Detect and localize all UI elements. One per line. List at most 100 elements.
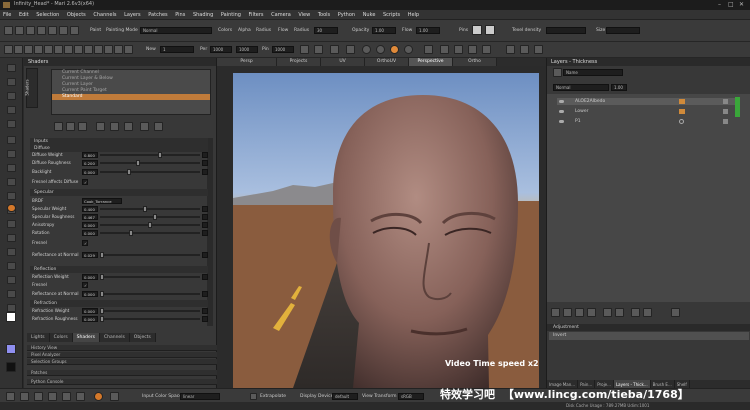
layers-tool-icon-6[interactable]: [615, 308, 624, 317]
param-slider-handle[interactable]: [100, 316, 104, 322]
tool-icon-9[interactable]: [84, 45, 93, 54]
menu-python[interactable]: Python: [338, 10, 355, 20]
param-map-button[interactable]: [202, 160, 208, 166]
param-slider-handle[interactable]: [100, 274, 104, 280]
shader-tool-icon-5[interactable]: [110, 122, 119, 131]
tab-objects[interactable]: Objects: [129, 333, 156, 342]
fit-status-icon[interactable]: [76, 392, 85, 401]
menu-layers[interactable]: Layers: [124, 10, 141, 20]
radius-field[interactable]: 30: [314, 27, 338, 34]
tool-icon-14[interactable]: [300, 45, 309, 54]
tool-icon-2[interactable]: [14, 45, 23, 54]
param-map-button[interactable]: [202, 214, 208, 220]
param-value-field[interactable]: 0.800: [82, 152, 98, 158]
menu-tools[interactable]: Tools: [318, 10, 330, 20]
section-inputs[interactable]: Inputs: [30, 138, 208, 145]
layers-tool-icon-8[interactable]: [643, 308, 652, 317]
painting-mode-select[interactable]: Normal: [140, 27, 212, 34]
layers-blend-mode[interactable]: Normal: [553, 84, 609, 91]
param-row[interactable]: Specular Roughness 0.467: [30, 213, 208, 221]
brush-tool-icon[interactable]: [7, 136, 16, 144]
param-map-button[interactable]: [202, 252, 208, 258]
layers-tool-icon-4[interactable]: [587, 308, 596, 317]
param-map-button[interactable]: [202, 169, 208, 175]
param-slider[interactable]: [100, 154, 200, 156]
select-tool-icon[interactable]: [7, 64, 16, 72]
stamp-tool-icon[interactable]: [7, 304, 16, 312]
tab-ortho[interactable]: Ortho: [453, 58, 497, 66]
tool-icon-6[interactable]: [54, 45, 63, 54]
tool-icon-21[interactable]: [482, 45, 491, 54]
param-value-field[interactable]: 0.000: [82, 230, 98, 236]
layer-lock-icon[interactable]: [679, 119, 684, 124]
undo-icon[interactable]: [37, 26, 46, 35]
tool-icon-11[interactable]: [104, 45, 113, 54]
smudge-tool-icon[interactable]: [7, 178, 16, 186]
param-slider[interactable]: [100, 310, 200, 312]
tool-icon-24[interactable]: [534, 45, 543, 54]
dock-selection-groups[interactable]: Selection Groups: [27, 359, 217, 365]
clone-tool-icon[interactable]: [7, 164, 16, 172]
tool-icon-4[interactable]: [34, 45, 43, 54]
size-field[interactable]: [606, 27, 640, 34]
input-color-space-select[interactable]: linear: [180, 393, 220, 400]
sphere-icon-2[interactable]: [376, 45, 385, 54]
menu-objects[interactable]: Objects: [67, 10, 86, 20]
menu-channels[interactable]: Channels: [93, 10, 116, 20]
sphere-icon-3[interactable]: [404, 45, 413, 54]
tab-orthouv[interactable]: OrthoUV: [365, 58, 409, 66]
tool-icon-20[interactable]: [468, 45, 477, 54]
param-slider-handle[interactable]: [148, 222, 152, 228]
grid-icon[interactable]: [424, 45, 433, 54]
dock-history-view[interactable]: History View: [27, 345, 217, 351]
param-map-button[interactable]: [202, 230, 208, 236]
param-row[interactable]: Reflection Weight 0.000: [30, 273, 208, 281]
param-value-field[interactable]: 0.400: [82, 206, 98, 212]
section-specular[interactable]: Specular: [30, 189, 208, 196]
texel-density-field[interactable]: [546, 27, 586, 34]
layer-visibility-icon[interactable]: [559, 100, 564, 103]
shader-tool-icon-8[interactable]: [154, 122, 163, 131]
pin-add-icon[interactable]: [485, 25, 495, 35]
param-value-field[interactable]: 0.029: [82, 252, 98, 258]
layers-name-filter[interactable]: Name: [563, 69, 623, 76]
param-checkbox[interactable]: ✓: [82, 179, 88, 185]
param-slider-handle[interactable]: [143, 206, 148, 212]
param-row[interactable]: Anisotropy 0.000: [30, 221, 208, 229]
tool-icon-13[interactable]: [124, 45, 133, 54]
rotate-tool-icon[interactable]: [7, 92, 16, 100]
tab-projects[interactable]: Projects: [277, 58, 321, 66]
light-tool-icon[interactable]: [7, 290, 16, 298]
param-row[interactable]: Diffuse Weight 0.800: [30, 151, 208, 159]
dock-pixel-analyzer[interactable]: Pixel Analyzer: [27, 352, 217, 358]
sphere-icon[interactable]: [362, 45, 371, 54]
undo-status-icon[interactable]: [6, 392, 15, 401]
foreground-color-swatch[interactable]: [6, 312, 16, 322]
param-row[interactable]: Diffuse Roughness 0.200: [30, 159, 208, 167]
param-map-button[interactable]: [202, 206, 208, 212]
display-device-select[interactable]: default: [332, 393, 358, 400]
param-value-field[interactable]: 0.200: [82, 160, 98, 166]
param-row[interactable]: Reflectance at Normal 0.000: [30, 290, 208, 298]
pin-field[interactable]: 1000: [272, 46, 294, 53]
param-map-button[interactable]: [202, 152, 208, 158]
layer-visibility-icon-2[interactable]: [559, 110, 564, 113]
zoom-status-icon[interactable]: [62, 392, 71, 401]
extrapolate-checkbox[interactable]: [250, 393, 257, 400]
layer-edit-icon-2[interactable]: [723, 109, 728, 114]
param-map-button[interactable]: [202, 291, 208, 297]
param-map-button[interactable]: [202, 222, 208, 228]
param-slider[interactable]: [100, 318, 200, 320]
param-value-field[interactable]: 0.000: [82, 291, 98, 297]
param-slider[interactable]: [100, 171, 200, 173]
paste-icon[interactable]: [70, 26, 79, 35]
flow-field[interactable]: 1.00: [416, 27, 440, 34]
minimize-button[interactable]: –: [718, 1, 721, 8]
layers-tool-icon-5[interactable]: [603, 308, 612, 317]
param-row[interactable]: Fresnel affects Diffuse ✓: [30, 178, 208, 186]
dock-patches[interactable]: Patches: [27, 370, 217, 376]
param-row[interactable]: Fresnel ✓: [30, 239, 208, 247]
section-refraction[interactable]: Refraction: [30, 300, 208, 307]
tool-icon-15[interactable]: [314, 45, 323, 54]
maximize-button[interactable]: □: [728, 1, 734, 8]
